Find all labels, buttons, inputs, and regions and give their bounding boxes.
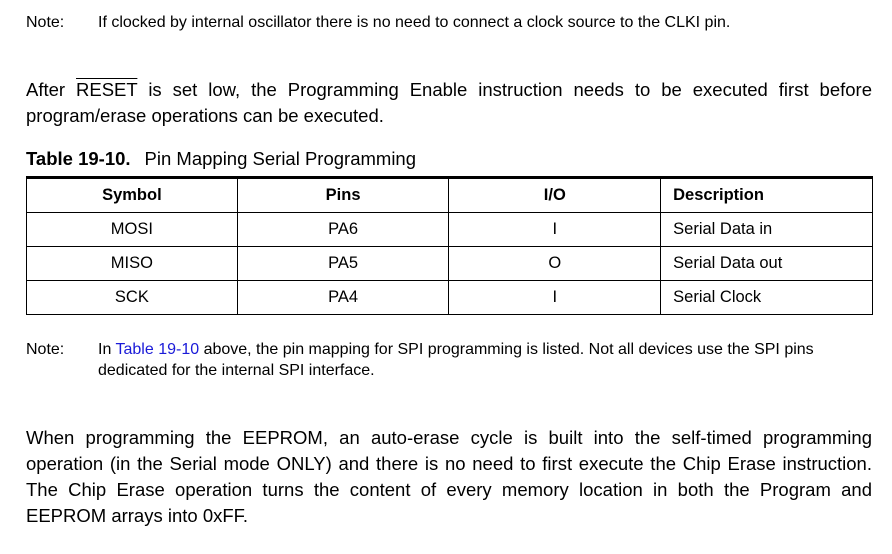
reset-signal: RESET [76, 79, 138, 100]
cell-pins: PA4 [236, 280, 450, 315]
table-row: MISO PA5 O Serial Data out [26, 246, 873, 281]
column-header-io: I/O [448, 177, 662, 213]
table-number: Table 19-10. [26, 148, 131, 169]
cell-pins: PA5 [236, 246, 450, 281]
table-header-row: Symbol Pins I/O Description [26, 177, 873, 213]
note-label: Note: [26, 14, 65, 31]
cell-symbol: SCK [26, 280, 238, 315]
paragraph-text: After [26, 79, 77, 100]
note-text: In Table 19-10 above, the pin mapping fo… [98, 339, 870, 381]
table-row: SCK PA4 I Serial Clock [26, 280, 873, 315]
table-title: Pin Mapping Serial Programming [144, 148, 417, 169]
cell-io: I [448, 280, 662, 315]
note-text: If clocked by internal oscillator there … [98, 14, 731, 31]
note-label: Note: [26, 341, 65, 358]
column-header-symbol: Symbol [26, 177, 238, 213]
cell-description: Serial Data out [660, 246, 873, 281]
table-row: MOSI PA6 I Serial Data in [26, 212, 873, 247]
cell-pins: PA6 [236, 212, 450, 247]
paragraph-text: is set low, the Programming Enable instr… [26, 79, 872, 126]
table-reference-link[interactable]: Table 19-10 [116, 341, 200, 358]
note-clock: Note: If clocked by internal oscillator … [26, 12, 870, 33]
cell-io: I [448, 212, 662, 247]
pin-mapping-table: Symbol Pins I/O Description MOSI PA6 I S… [26, 176, 873, 315]
note-text-part: In [98, 341, 116, 358]
cell-io: O [448, 246, 662, 281]
cell-description: Serial Clock [660, 280, 873, 315]
cell-symbol: MOSI [26, 212, 238, 247]
cell-symbol: MISO [26, 246, 238, 281]
cell-description: Serial Data in [660, 212, 873, 247]
paragraph-reset: After RESET is set low, the Programming … [26, 77, 872, 129]
paragraph-eeprom: When programming the EEPROM, an auto-era… [26, 427, 872, 526]
note-text-part: above, the pin mapping for SPI programmi… [98, 341, 814, 379]
note-spi: Note: In Table 19-10 above, the pin mapp… [26, 339, 870, 381]
column-header-pins: Pins [236, 177, 450, 213]
column-header-description: Description [660, 177, 873, 213]
table-caption: Table 19-10. Pin Mapping Serial Programmi… [26, 147, 416, 171]
